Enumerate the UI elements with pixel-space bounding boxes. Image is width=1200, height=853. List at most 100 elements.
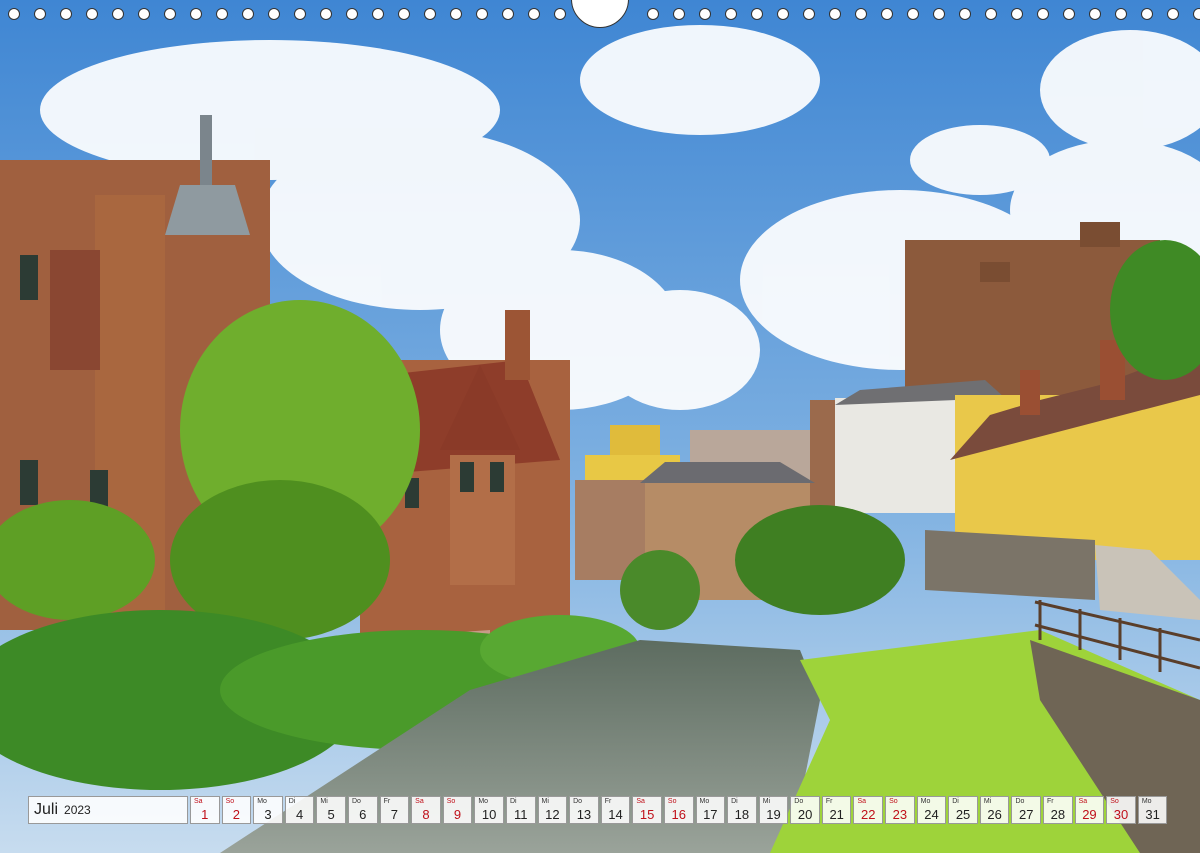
weekday-label: Mi [541,798,549,805]
binding-hole [1141,8,1153,20]
day-cell: So 16 [663,796,694,824]
weekday-label: Fr [1047,798,1054,805]
day-number: 31 [1145,807,1160,822]
binding-hole [476,8,488,20]
day-cell: Di 4 [284,796,315,824]
day-number: 5 [327,807,335,822]
weekday-label: Mi [983,798,992,805]
binding-hole [1011,8,1023,20]
day-cell: Mo 31 [1137,796,1168,824]
day-number: 6 [359,807,367,822]
weekday-label: Fr [604,798,612,805]
day-cell: Mo 24 [916,796,947,824]
binding-hole [855,8,867,20]
day-number: 21 [829,807,844,822]
binding-hole [450,8,462,20]
day-number: 9 [453,807,462,822]
binding-hole [112,8,124,20]
weekday-label: Fr [383,798,391,805]
day-number: 11 [513,807,528,822]
day-list: Sa 1 So 2 Mo 3 Di 4 Mi 5 Do 6 Fr 7 Sa 8 So 9 Mo 10 Di 11 Mi 12 D… [190,796,1169,824]
day-cell: So 2 [221,796,252,824]
day-number: 8 [422,807,430,822]
binding-hole [242,8,254,20]
binding-hole [673,8,685,20]
binding-hole [907,8,919,20]
day-cell: Sa 1 [190,796,220,824]
day-cell: Mo 10 [474,796,504,824]
day-number: 16 [671,807,686,822]
binding-hole [647,8,659,20]
day-cell: Sa 8 [411,796,441,824]
weekday-label: Mo [478,798,489,805]
binding-hole [164,8,176,20]
binding-hole [1193,8,1200,20]
day-number: 10 [481,807,497,822]
weekday-label: Mi [320,798,328,805]
day-number: 17 [703,807,718,822]
binding-hole [959,8,971,20]
weekday-label: Mo [699,798,710,805]
day-number: 22 [861,807,876,822]
day-cell: Do 27 [1011,796,1042,824]
binding-hole [1037,8,1049,20]
binding-hole [268,8,280,20]
weekday-label: Do [573,798,583,805]
binding-hole [1063,8,1075,20]
weekday-label: Do [794,798,804,805]
day-cell: Do 13 [569,796,599,824]
day-cell: So 9 [442,796,473,824]
day-cell: Mi 12 [537,796,568,824]
binding-hole [424,8,436,20]
binding-hole [777,8,789,20]
day-number: 14 [608,807,623,822]
binding-hole [398,8,410,20]
day-number: 26 [987,807,1002,822]
day-number: 1 [201,807,209,822]
day-number: 20 [797,807,813,822]
weekday-label: Di [509,798,517,805]
day-number: 4 [295,807,304,822]
day-cell: Mo 3 [253,796,283,824]
month-label: Juli 2023 [28,796,188,824]
binding-hole [138,8,150,20]
day-cell: Do 20 [790,796,820,824]
weekday-label: Di [952,798,959,805]
year: 2023 [64,803,91,817]
binding-hole [933,8,945,20]
weekday-label: Sa [636,798,645,805]
day-cell: Di 25 [948,796,978,824]
binding-hole [190,8,202,20]
weekday-label: Do [351,798,361,805]
day-number: 12 [545,807,560,822]
binding-hole [1115,8,1127,20]
day-number: 25 [955,807,971,822]
weekday-label: Di [288,798,296,805]
day-number: 2 [232,807,240,822]
binding-hole [1167,8,1179,20]
binding-hole [8,8,20,20]
binding-hole [881,8,893,20]
weekday-label: Fr [825,798,833,805]
day-cell: Fr 28 [1043,796,1073,824]
day-number: 30 [1113,807,1129,822]
day-cell: So 23 [885,796,915,824]
day-cell: Mi 5 [316,796,346,824]
day-number: 13 [576,807,592,822]
weekday-label: So [1110,798,1119,805]
day-number: 23 [892,807,908,822]
photo-scene [0,0,1200,853]
binding-hole [554,8,566,20]
binding-hole [34,8,46,20]
stone-wall-mid [925,530,1095,600]
weekday-label: Di [731,798,738,805]
binding-hole [294,8,306,20]
weekday-label: Mo [257,798,267,805]
weekday-label: Mo [920,798,931,805]
weekday-label: So [889,798,898,805]
binding-hole [829,8,841,20]
weekday-label: Mo [1141,798,1152,805]
day-cell: Di 11 [505,796,536,824]
day-number: 27 [1019,807,1034,822]
day-number: 18 [734,807,750,822]
